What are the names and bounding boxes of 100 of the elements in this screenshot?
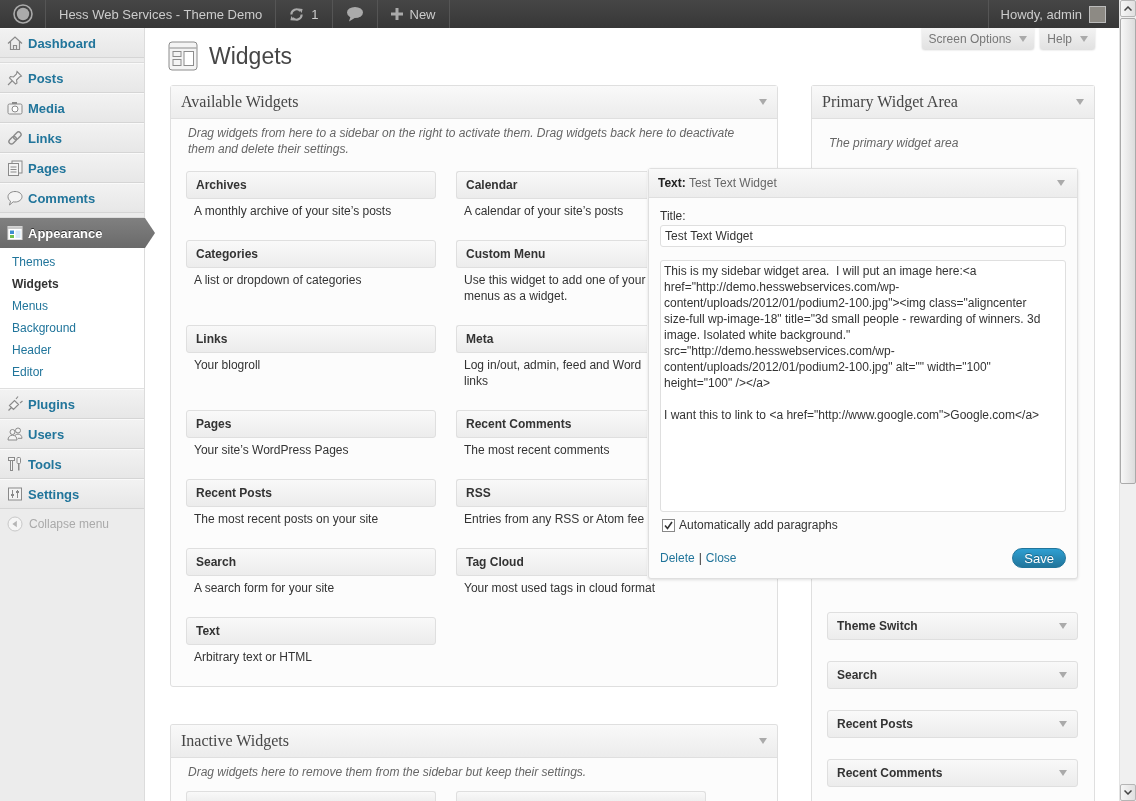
text-link[interactable]: Delete (660, 551, 695, 565)
plus-icon (390, 8, 403, 20)
widget-description: Entries from any RSS or Atom fee (464, 511, 645, 527)
menu-item[interactable]: Plugins (0, 389, 144, 419)
widget-description: Arbitrary text or HTML (194, 649, 313, 665)
pushpin-icon (7, 70, 23, 86)
submenu-item[interactable]: Themes (12, 251, 56, 273)
scrollbar-track[interactable] (1119, 0, 1136, 801)
layout-icon (168, 40, 198, 72)
checkbox-label: Automatically add paragraphs (679, 518, 838, 532)
menu-item[interactable]: Settings (0, 479, 144, 509)
menu-item[interactable]: Tools (0, 449, 144, 479)
house-icon (7, 35, 23, 51)
panel-title: Primary Widget Area (822, 93, 958, 111)
widget-bar[interactable]: Meta (456, 325, 647, 353)
window-layout-icon (7, 225, 23, 241)
widget-bar[interactable] (186, 791, 436, 801)
scroll-down-button[interactable] (1120, 784, 1136, 801)
scroll-up-button[interactable] (1120, 0, 1136, 17)
widget-bar[interactable]: Calendar (456, 171, 647, 199)
widget-bar[interactable]: Pages (186, 410, 436, 438)
widget-bar[interactable]: Text (186, 617, 436, 645)
panel-description: Drag widgets here to remove them from the sidebar but keep their settings. (187, 764, 588, 780)
tools-icon (7, 456, 23, 472)
panel-description: The primary widget area (829, 136, 959, 150)
text-area-field[interactable]: This is my sidebar widget area. I will put an image here:<a href="http://demo.hesswebservices.com/wp-content/uploads/2012/01/podium2-100.jpg"><img class="aligncenter size-full wp-image-18" title="3d small people - rewarding of winners. 3d image. Isolated white background." src="http://demo.hesswebservices.com/wp-content/uploads/2012/01/podium2-100.jpg" alt="" width="100" height="100" /></a> I want this to link to <a href="http://www.google.com">Google.com</a> (660, 260, 1066, 512)
submenu-item[interactable]: Background (12, 317, 77, 339)
submenu-item[interactable]: Editor (12, 361, 44, 383)
field-label: Title: (660, 209, 686, 223)
menu-item[interactable]: Comments (0, 183, 144, 213)
widget-description: A monthly archive of your site’s posts (194, 203, 392, 219)
widget-bar[interactable]: Recent Comments (456, 410, 647, 438)
widget-bar[interactable]: Theme Switch (827, 612, 1078, 640)
menu-item[interactable]: Media (0, 93, 144, 123)
widget-bar[interactable]: Recent Comments (827, 759, 1078, 787)
chevron-up-icon (1124, 6, 1132, 11)
text-input-field[interactable]: Test Text Widget (660, 225, 1066, 247)
widget-bar[interactable]: Search (186, 548, 436, 576)
screen-meta-tab[interactable]: Help (1040, 28, 1095, 50)
widget-description: A calendar of your site’s posts (464, 203, 624, 219)
menu-item[interactable]: Users (0, 419, 144, 449)
widget-description: The most recent posts on your site (194, 511, 379, 527)
caret-icon[interactable] (1057, 180, 1065, 186)
checkmark-icon (664, 520, 673, 530)
caret-icon[interactable] (1059, 623, 1067, 629)
menu-item[interactable]: Pages (0, 153, 144, 183)
chain-link-icon (7, 130, 23, 146)
menu-item[interactable]: Posts (0, 63, 144, 93)
widget-description: Use this widget to add one of your menus as a widget. (464, 272, 646, 304)
widget-bar[interactable]: Custom Menu (456, 240, 647, 268)
menu-item[interactable]: Links (0, 123, 144, 153)
panel-description: Drag widgets from here to a sidebar on the right to activate them. Drag widgets back here to deactivate them and delete their settings. (187, 125, 736, 157)
caret-icon[interactable] (759, 738, 767, 744)
widget-description: Your blogroll (194, 357, 261, 373)
screen-meta-tab[interactable]: Screen Options (921, 28, 1035, 50)
widget-bar[interactable]: Links (186, 325, 436, 353)
widget-bar[interactable]: Recent Posts (827, 710, 1078, 738)
widget-bar[interactable]: Categories (186, 240, 436, 268)
save-button[interactable]: Save (1012, 548, 1066, 568)
checkbox[interactable] (662, 518, 675, 532)
people-icon (7, 426, 23, 442)
speech-bubble-icon (345, 6, 364, 22)
panel-title: Available Widgets (181, 93, 299, 111)
submenu-item[interactable]: Widgets (12, 273, 59, 295)
caret-icon[interactable] (1059, 721, 1067, 727)
widget-description: The most recent comments (464, 442, 610, 458)
scrollbar-thumb[interactable] (1120, 18, 1136, 484)
refresh-icon (289, 6, 305, 22)
chevron-down-icon (1124, 790, 1132, 795)
sliders-icon (7, 486, 23, 502)
caret-icon (1080, 36, 1088, 42)
menu-item[interactable]: Dashboard (0, 28, 144, 58)
widget-bar[interactable]: RSS (456, 479, 647, 507)
widget-bar[interactable]: Archives (186, 171, 436, 199)
plug-icon (7, 396, 23, 412)
logo-icon (12, 4, 33, 24)
caret-icon (1019, 36, 1028, 42)
avatar-placeholder (1089, 5, 1106, 23)
documents-icon (7, 160, 23, 176)
caret-icon[interactable] (1059, 672, 1067, 678)
submenu-item[interactable]: Menus (12, 295, 49, 317)
caret-icon[interactable] (1059, 770, 1067, 776)
widget-bar[interactable] (456, 791, 706, 801)
speech-bubble-icon (7, 190, 23, 206)
text-link[interactable]: Close (705, 551, 737, 565)
widget-header-title: Text: Test Text Widget (658, 176, 777, 190)
page-title: Widgets (209, 42, 293, 71)
submenu-item[interactable]: Header (12, 339, 52, 361)
widget-description: Your most used tags in cloud format (464, 580, 655, 596)
widget-bar[interactable]: Tag Cloud (456, 548, 647, 576)
caret-icon[interactable] (759, 99, 767, 105)
panel-title: Inactive Widgets (181, 732, 289, 750)
widget-bar[interactable]: Search (827, 661, 1078, 689)
widget-description: A list or dropdown of categories (194, 272, 362, 288)
camera-icon (7, 100, 23, 116)
widget-description: Your site’s WordPress Pages (194, 442, 349, 458)
caret-icon[interactable] (1076, 99, 1084, 105)
widget-bar[interactable]: Recent Posts (186, 479, 436, 507)
separator-text: | (698, 551, 702, 565)
menu-item[interactable]: Appearance (0, 218, 155, 248)
